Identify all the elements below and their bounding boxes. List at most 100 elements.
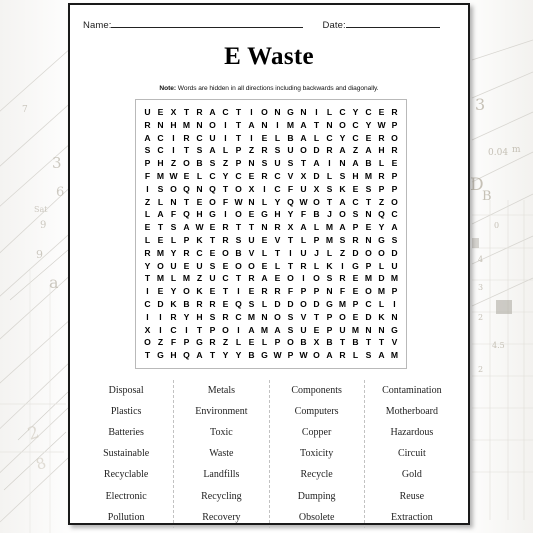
- grid-cell[interactable]: S: [336, 236, 349, 245]
- grid-cell[interactable]: J: [310, 249, 323, 258]
- grid-cell[interactable]: C: [336, 108, 349, 117]
- grid-cell[interactable]: T: [310, 313, 323, 322]
- grid-cell[interactable]: S: [206, 313, 219, 322]
- grid-cell[interactable]: A: [245, 121, 258, 130]
- grid-cell[interactable]: S: [271, 146, 284, 155]
- grid-cell[interactable]: T: [284, 236, 297, 245]
- grid-cell[interactable]: T: [232, 134, 245, 143]
- grid-cell[interactable]: D: [154, 300, 167, 309]
- word-list-item[interactable]: Computers: [270, 401, 364, 422]
- grid-cell[interactable]: O: [375, 249, 388, 258]
- grid-cell[interactable]: L: [310, 134, 323, 143]
- grid-cell[interactable]: S: [193, 146, 206, 155]
- grid-cell[interactable]: M: [362, 172, 375, 181]
- grid-cell[interactable]: Y: [141, 262, 154, 271]
- grid-cell[interactable]: S: [388, 236, 401, 245]
- grid-cell[interactable]: T: [232, 121, 245, 130]
- grid-cell[interactable]: L: [375, 159, 388, 168]
- grid-cell[interactable]: U: [336, 326, 349, 335]
- grid-cell[interactable]: E: [258, 134, 271, 143]
- grid-cell[interactable]: D: [375, 274, 388, 283]
- word-list-item[interactable]: Obsolete: [270, 507, 364, 528]
- grid-cell[interactable]: S: [284, 326, 297, 335]
- grid-cell[interactable]: I: [154, 313, 167, 322]
- grid-cell[interactable]: B: [245, 351, 258, 360]
- grid-cell[interactable]: E: [193, 198, 206, 207]
- grid-cell[interactable]: W: [375, 121, 388, 130]
- grid-cell[interactable]: U: [167, 262, 180, 271]
- grid-cell[interactable]: T: [271, 249, 284, 258]
- grid-cell[interactable]: R: [219, 223, 232, 232]
- grid-cell[interactable]: L: [258, 198, 271, 207]
- grid-cell[interactable]: S: [323, 185, 336, 194]
- grid-cell[interactable]: R: [297, 262, 310, 271]
- grid-cell[interactable]: B: [297, 338, 310, 347]
- grid-cell[interactable]: G: [388, 326, 401, 335]
- grid-cell[interactable]: I: [323, 159, 336, 168]
- grid-cell[interactable]: E: [180, 262, 193, 271]
- grid-cell[interactable]: B: [349, 338, 362, 347]
- grid-cell[interactable]: S: [206, 262, 219, 271]
- grid-cell[interactable]: U: [284, 146, 297, 155]
- grid-cell[interactable]: O: [310, 274, 323, 283]
- grid-cell[interactable]: T: [310, 121, 323, 130]
- grid-cell[interactable]: R: [180, 249, 193, 258]
- grid-cell[interactable]: E: [258, 262, 271, 271]
- grid-cell[interactable]: P: [323, 326, 336, 335]
- grid-cell[interactable]: O: [388, 198, 401, 207]
- grid-cell[interactable]: N: [258, 121, 271, 130]
- grid-cell[interactable]: X: [297, 172, 310, 181]
- grid-cell[interactable]: N: [271, 108, 284, 117]
- word-list-item[interactable]: Sustainable: [79, 444, 173, 465]
- grid-cell[interactable]: W: [193, 223, 206, 232]
- grid-cell[interactable]: R: [336, 274, 349, 283]
- grid-cell[interactable]: I: [219, 134, 232, 143]
- grid-cell[interactable]: B: [232, 249, 245, 258]
- grid-cell[interactable]: T: [206, 236, 219, 245]
- grid-cell[interactable]: G: [323, 300, 336, 309]
- grid-cell[interactable]: D: [271, 300, 284, 309]
- grid-cell[interactable]: R: [336, 351, 349, 360]
- grid-cell[interactable]: P: [310, 236, 323, 245]
- grid-cell[interactable]: I: [245, 134, 258, 143]
- grid-cell[interactable]: M: [180, 274, 193, 283]
- grid-cell[interactable]: A: [297, 223, 310, 232]
- grid-cell[interactable]: D: [362, 313, 375, 322]
- grid-cell[interactable]: M: [388, 274, 401, 283]
- grid-cell[interactable]: Y: [219, 351, 232, 360]
- grid-cell[interactable]: Z: [193, 274, 206, 283]
- grid-cell[interactable]: R: [271, 287, 284, 296]
- grid-cell[interactable]: C: [141, 300, 154, 309]
- grid-cell[interactable]: R: [141, 121, 154, 130]
- word-list-item[interactable]: Gold: [365, 465, 459, 486]
- grid-cell[interactable]: F: [141, 172, 154, 181]
- grid-cell[interactable]: X: [284, 223, 297, 232]
- grid-cell[interactable]: C: [362, 300, 375, 309]
- grid-cell[interactable]: A: [375, 351, 388, 360]
- grid-cell[interactable]: S: [258, 159, 271, 168]
- grid-cell[interactable]: S: [349, 210, 362, 219]
- grid-cell[interactable]: E: [219, 300, 232, 309]
- grid-cell[interactable]: Y: [219, 172, 232, 181]
- grid-cell[interactable]: W: [232, 198, 245, 207]
- grid-cell[interactable]: Y: [232, 351, 245, 360]
- grid-cell[interactable]: E: [154, 236, 167, 245]
- grid-cell[interactable]: O: [180, 159, 193, 168]
- letter-grid[interactable]: UEXTRACTIONGNILCYCERRNHMNOITANIMATNOCYWP…: [141, 106, 401, 362]
- word-list-item[interactable]: Electronic: [79, 486, 173, 507]
- grid-cell[interactable]: E: [258, 236, 271, 245]
- grid-cell[interactable]: E: [349, 313, 362, 322]
- grid-cell[interactable]: O: [297, 300, 310, 309]
- grid-cell[interactable]: L: [297, 236, 310, 245]
- grid-cell[interactable]: E: [141, 223, 154, 232]
- grid-cell[interactable]: W: [167, 172, 180, 181]
- grid-cell[interactable]: Z: [349, 146, 362, 155]
- grid-cell[interactable]: O: [284, 338, 297, 347]
- grid-cell[interactable]: K: [167, 300, 180, 309]
- grid-cell[interactable]: P: [232, 146, 245, 155]
- grid-cell[interactable]: E: [375, 108, 388, 117]
- grid-cell[interactable]: C: [349, 198, 362, 207]
- grid-cell[interactable]: E: [362, 223, 375, 232]
- grid-cell[interactable]: A: [336, 223, 349, 232]
- grid-cell[interactable]: I: [219, 121, 232, 130]
